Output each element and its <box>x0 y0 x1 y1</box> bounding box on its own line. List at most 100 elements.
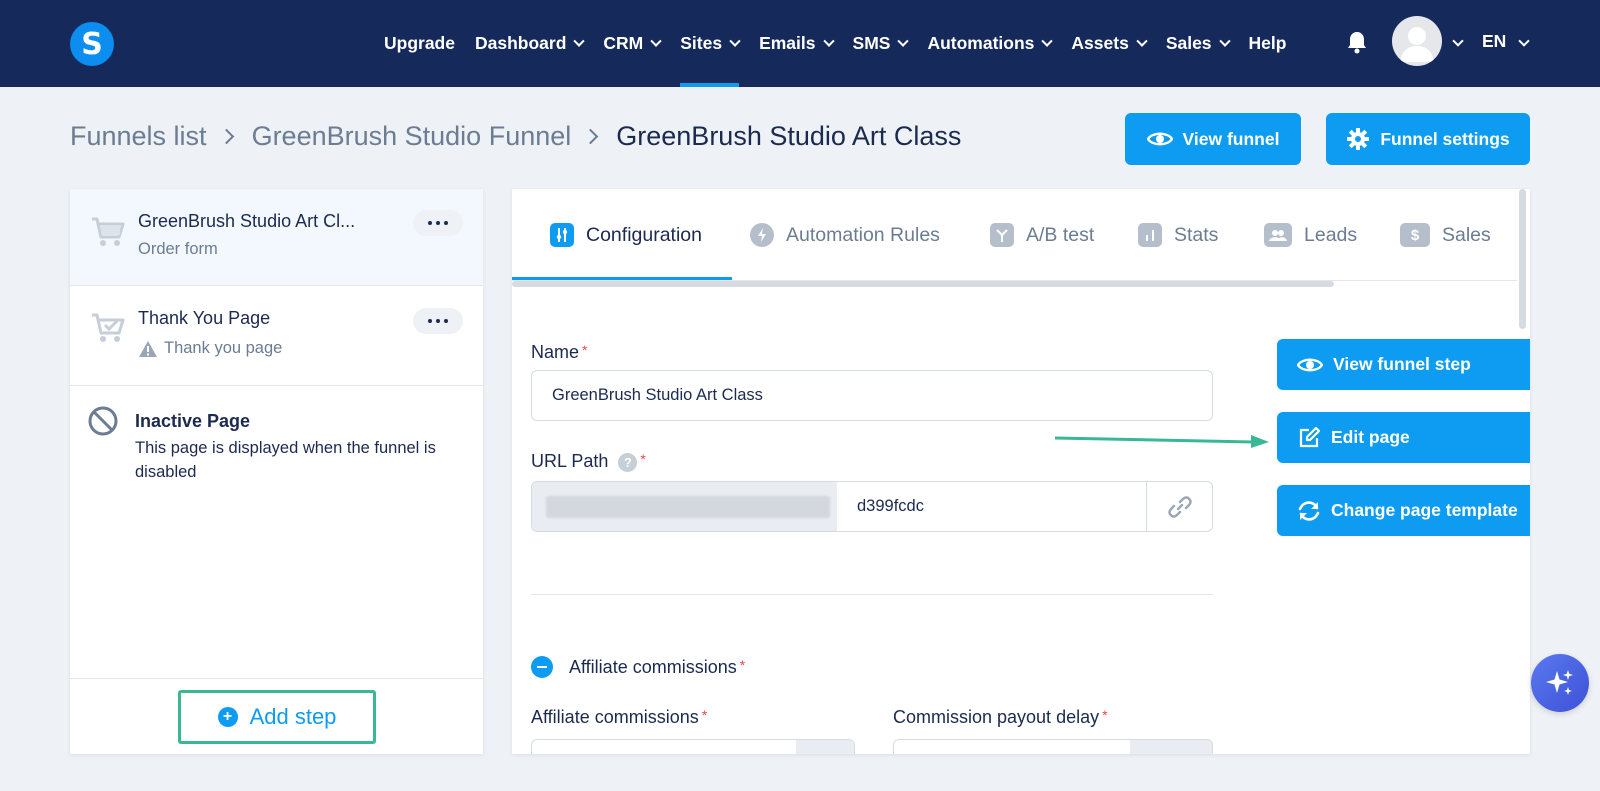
nav-crm[interactable]: CRM <box>603 0 662 87</box>
commission-payout-delay-input[interactable] <box>893 739 1213 754</box>
tab-label: Sales <box>1442 223 1491 246</box>
affiliate-commissions-label: Affiliate commissions * <box>531 707 708 727</box>
panel-scrollbar[interactable] <box>1519 189 1526 329</box>
breadcrumb-funnels-list[interactable]: Funnels list <box>70 121 207 152</box>
dot <box>444 319 448 323</box>
annotation-arrow-icon <box>1055 435 1269 448</box>
nav-assets[interactable]: Assets <box>1071 0 1148 87</box>
chevron-down-icon <box>1041 35 1054 47</box>
ai-assistant-button[interactable] <box>1531 654 1589 712</box>
sliders-icon <box>550 223 574 247</box>
tab-sales[interactable]: $ Sales <box>1400 189 1491 281</box>
view-funnel-step-button[interactable]: View funnel step <box>1277 339 1530 390</box>
chevron-down-icon <box>822 35 835 47</box>
nav-automations[interactable]: Automations <box>927 0 1054 87</box>
cart-icon <box>92 217 125 246</box>
step-item-inactive[interactable]: Inactive Page This page is displayed whe… <box>70 386 483 496</box>
dot <box>428 221 432 225</box>
step-item-order-form[interactable]: GreenBrush Studio Art Cl... Order form <box>70 189 483 286</box>
tab-stats[interactable]: Stats <box>1138 189 1218 281</box>
dot <box>428 319 432 323</box>
dot <box>444 221 448 225</box>
nav-help[interactable]: Help <box>1249 0 1287 87</box>
input-suffix <box>796 740 854 754</box>
nav-sites[interactable]: Sites <box>680 0 741 87</box>
url-path-input[interactable]: d399fcdc <box>837 482 1146 531</box>
help-icon[interactable]: ? <box>618 452 638 472</box>
link-icon <box>1167 495 1192 518</box>
dollar-icon: $ <box>1400 223 1430 247</box>
tab-label: Leads <box>1304 223 1358 246</box>
url-prefix-blurred <box>532 482 837 531</box>
page-title: GreenBrush Studio Art Class <box>616 121 962 151</box>
step-title: Inactive Page <box>135 411 251 431</box>
funnel-settings-button[interactable]: Funnel settings <box>1326 113 1530 165</box>
name-label: Name * <box>531 342 588 362</box>
tab-ab-test[interactable]: A/B test <box>990 189 1094 281</box>
tabs-scrollbar[interactable] <box>512 281 1334 287</box>
edit-icon <box>1299 426 1321 447</box>
chevron-right-icon <box>582 128 599 145</box>
systeme-logo[interactable]: S <box>70 22 114 66</box>
nav-dashboard[interactable]: Dashboard <box>475 0 586 87</box>
breadcrumb: Funnels list GreenBrush Studio Funnel Gr… <box>70 121 961 152</box>
commission-payout-delay-label: Commission payout delay * <box>893 707 1108 727</box>
dot <box>436 319 440 323</box>
tab-automation-rules[interactable]: Automation Rules <box>750 189 940 281</box>
eye-icon <box>1297 358 1323 371</box>
refresh-icon <box>1298 500 1320 521</box>
user-avatar[interactable] <box>1392 16 1442 66</box>
add-step-button[interactable]: + Add step <box>178 690 376 744</box>
steps-footer: + Add step <box>70 678 483 754</box>
step-subtitle: Order form <box>138 240 218 258</box>
sparkles-icon <box>1546 670 1573 695</box>
step-title: Thank You Page <box>138 308 271 328</box>
funnel-steps-panel: GreenBrush Studio Art Cl... Order form T… <box>70 189 483 754</box>
tab-label: Automation Rules <box>786 223 940 246</box>
tab-label: Configuration <box>586 223 702 246</box>
step-title: GreenBrush Studio Art Cl... <box>138 211 356 231</box>
nav-emails[interactable]: Emails <box>759 0 835 87</box>
forbidden-icon <box>88 406 118 436</box>
change-page-template-button[interactable]: Change page template <box>1277 485 1530 536</box>
step-options-button[interactable] <box>413 210 463 236</box>
section-divider <box>531 594 1213 595</box>
dot <box>436 221 440 225</box>
copy-link-button[interactable] <box>1146 482 1212 531</box>
step-options-button[interactable] <box>413 308 463 334</box>
chevron-down-icon <box>573 35 586 47</box>
affiliate-section-title: Affiliate commissions * <box>569 657 746 677</box>
collapse-toggle[interactable] <box>531 656 553 678</box>
name-input[interactable]: GreenBrush Studio Art Class <box>531 370 1213 421</box>
bar-chart-icon <box>1138 223 1162 247</box>
split-icon <box>990 223 1014 247</box>
url-path-label: URL Path? * <box>531 451 646 472</box>
nav-sales[interactable]: Sales <box>1166 0 1231 87</box>
gear-icon <box>1347 128 1370 150</box>
edit-page-button[interactable]: Edit page <box>1277 412 1530 463</box>
tab-leads[interactable]: Leads <box>1264 189 1357 281</box>
active-tab-indicator <box>512 277 732 280</box>
input-suffix <box>1130 740 1212 754</box>
config-tabs: Configuration Automation Rules A/B test … <box>512 189 1517 281</box>
nav-upgrade[interactable]: Upgrade <box>384 0 455 87</box>
chevron-down-icon[interactable] <box>1452 35 1464 47</box>
eye-icon <box>1146 132 1173 146</box>
step-description: This page is displayed when the funnel i… <box>135 439 436 481</box>
chevron-down-icon[interactable] <box>1518 35 1530 47</box>
step-item-thank-you[interactable]: Thank You Page Thank you page <box>70 286 483 386</box>
user-silhouette-icon <box>1400 27 1434 62</box>
nav-sms[interactable]: SMS <box>853 0 910 87</box>
step-config-panel: Configuration Automation Rules A/B test … <box>512 189 1530 754</box>
affiliate-commissions-input[interactable] <box>531 739 855 754</box>
step-subtitle: Thank you page <box>138 339 282 358</box>
bell-icon[interactable] <box>1346 30 1368 54</box>
breadcrumb-funnel[interactable]: GreenBrush Studio Funnel <box>252 121 572 152</box>
tab-configuration[interactable]: Configuration <box>550 189 702 281</box>
cart-check-icon <box>92 313 125 342</box>
chevron-down-icon <box>650 35 662 47</box>
users-icon <box>1264 223 1292 247</box>
view-funnel-button[interactable]: View funnel <box>1125 113 1301 165</box>
language-selector[interactable]: EN <box>1482 31 1506 52</box>
main-menu: Upgrade Dashboard CRM Sites Emails SMS A… <box>384 0 1306 87</box>
